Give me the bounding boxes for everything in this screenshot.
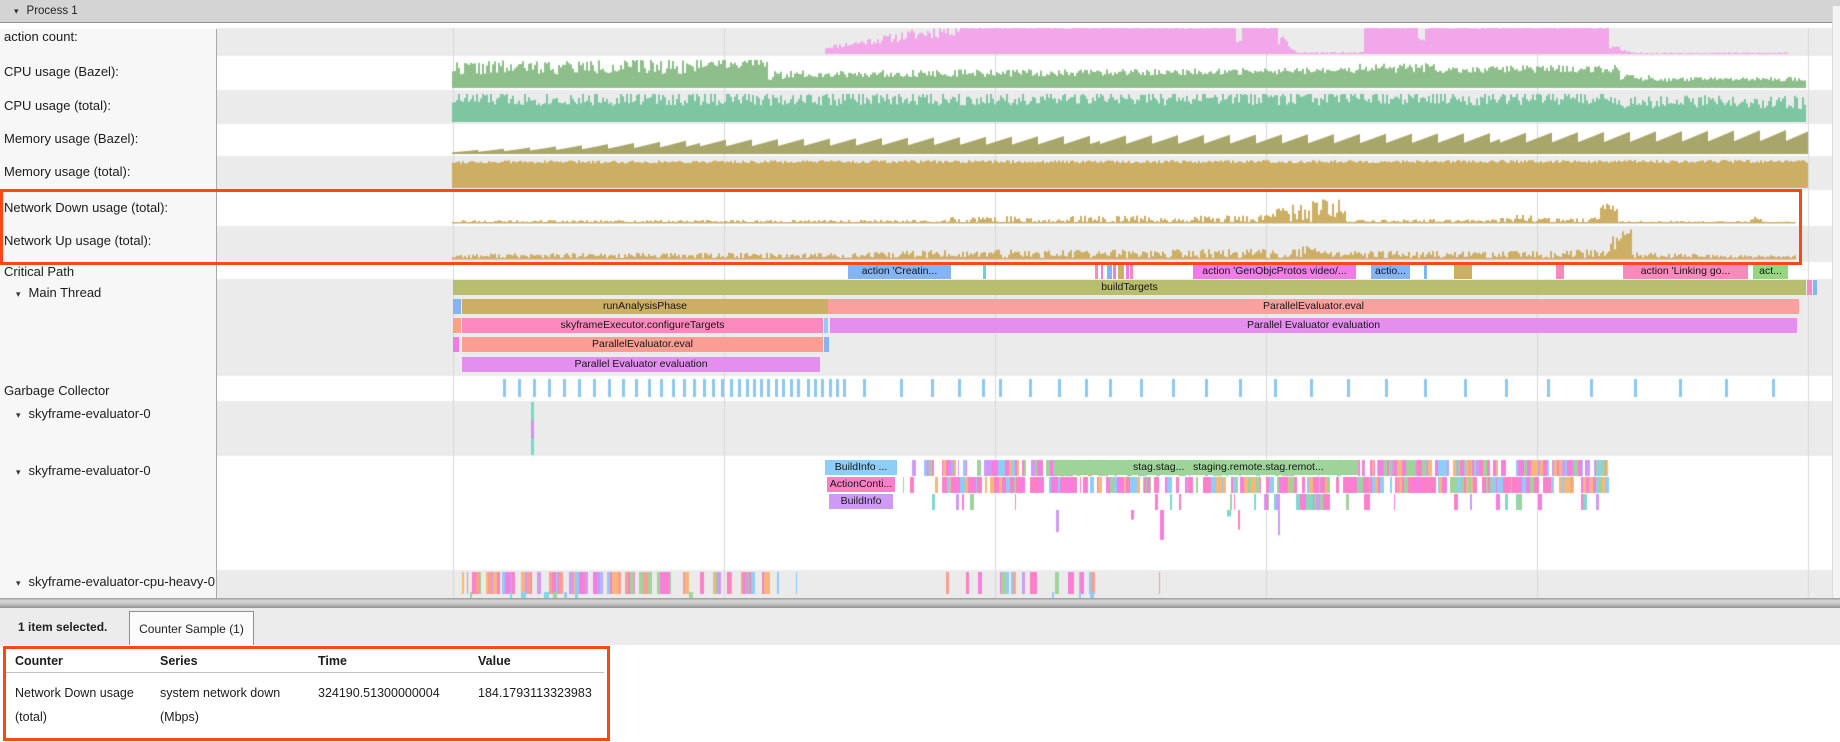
critical-path-span-15[interactable]: act... [1753,264,1788,279]
main-thread-span-0-2[interactable] [1813,280,1817,295]
main-thread-span-1-1[interactable]: runAnalysisPhase [462,299,828,314]
details-panel: 1 item selected. Counter Sample (1) Coun… [0,608,1840,742]
track-label-3: Memory usage (Bazel): [4,131,138,146]
col-header-series: Series [160,649,198,673]
critical-path-span-0[interactable]: action 'Creatin... [848,264,951,279]
track-label-7: Critical Path [4,264,74,279]
main-thread-span-0-0[interactable]: buildTargets [453,280,1806,295]
evaluator-span-3[interactable]: stag.stag... staging.remote.stag.remot... [1053,460,1358,475]
process-title: Process 1 [27,5,78,17]
collapse-arrow-icon: ▾ [14,6,19,17]
critical-path-span-10[interactable]: actio... [1371,264,1410,279]
track-label-text: Network Down usage (total): [4,200,168,215]
critical-path-span-13[interactable] [1556,264,1564,279]
evaluator-span-label: staging.remote.stag.remot... [1193,460,1324,475]
track-label-text: Garbage Collector [4,383,110,398]
track-label-10[interactable]: ▾ skyframe-evaluator-0 [4,406,151,421]
critical-path-span-3[interactable] [1101,264,1103,279]
track-label-text: Memory usage (total): [4,164,130,179]
col-header-time: Time [318,649,347,673]
critical-path-span-7[interactable] [1126,264,1129,279]
expand-arrow-icon[interactable]: ▾ [16,467,21,477]
main-thread-span-3-2[interactable] [824,337,829,352]
table-divider [6,672,604,673]
main-thread-span-3-1[interactable]: ParallelEvaluator.eval [462,337,823,352]
critical-path-span-14[interactable]: action 'Linking go... [1623,264,1748,279]
track-label-12[interactable]: ▾ skyframe-evaluator-cpu-heavy-0 [4,574,215,589]
col-header-value: Value [478,649,511,673]
track-label-text: Critical Path [4,264,74,279]
track-label-2: CPU usage (total): [4,98,111,113]
expand-arrow-icon[interactable]: ▾ [16,289,21,299]
expand-arrow-icon[interactable]: ▾ [16,578,21,588]
expand-arrow-icon[interactable]: ▾ [16,410,21,420]
track-label-text: skyframe-evaluator-0 [29,463,151,478]
main-thread-span-2-1[interactable]: skyframeExecutor.configureTargets [462,318,823,333]
track-label-8[interactable]: ▾ Main Thread [4,285,101,300]
main-thread-span-2-2[interactable] [824,318,828,333]
track-label-4: Memory usage (total): [4,164,130,179]
vertical-scrollbar[interactable] [1832,6,1840,598]
cell-time[interactable]: 324190.51300000004 [318,681,440,705]
track-label-text: skyframe-evaluator-cpu-heavy-0 [29,574,215,589]
panel-splitter[interactable] [0,598,1840,608]
main-thread-span-4-0[interactable]: Parallel Evaluator evaluation [462,357,820,372]
evaluator-span-2[interactable]: BuildInfo [829,494,893,509]
track-label-text: skyframe-evaluator-0 [29,406,151,421]
track-label-text: CPU usage (Bazel): [4,64,119,79]
main-thread-span-1-2[interactable]: ParallelEvaluator.eval [828,299,1799,314]
critical-path-span-11[interactable] [1424,264,1427,279]
track-label-5: Network Down usage (total): [4,200,168,215]
track-label-text: CPU usage (total): [4,98,111,113]
track-label-text: Memory usage (Bazel): [4,131,138,146]
track-label-1: CPU usage (Bazel): [4,64,119,79]
evaluator-span-1[interactable]: ActionConti... [827,477,895,492]
main-thread-span-3-0[interactable] [453,337,459,352]
track-label-text: Main Thread [29,285,102,300]
details-content: Counter Series Time Value Network Down u… [0,645,1840,742]
critical-path-span-6[interactable] [1118,264,1124,279]
track-label-text: action count: [4,29,78,44]
main-thread-span-1-0[interactable] [453,299,461,314]
critical-path-span-5[interactable] [1113,264,1116,279]
critical-path-span-9[interactable]: action 'GenObjcProtos video/... [1193,264,1356,279]
main-thread-span-0-1[interactable] [1807,280,1812,295]
main-thread-span-2-3[interactable]: Parallel Evaluator evaluation [830,318,1797,333]
selection-status: 1 item selected. [18,620,107,634]
cell-value[interactable]: 184.1793113323983 [478,681,592,705]
track-label-6: Network Up usage (total): [4,233,151,248]
col-header-counter: Counter [15,649,63,673]
critical-path-span-4[interactable] [1107,264,1112,279]
evaluator-span-0[interactable]: BuildInfo ... [825,460,897,475]
cell-series[interactable]: system network down (Mbps) [160,681,310,729]
critical-path-span-12[interactable] [1454,264,1472,279]
cell-counter[interactable]: Network Down usage (total) [15,681,155,729]
process-header[interactable]: ▾ Process 1 [0,0,1840,23]
track-label-0: action count: [4,29,78,44]
evaluator-span-label: stag.stag... [1133,460,1184,475]
details-tab-strip: 1 item selected. Counter Sample (1) [0,608,1840,645]
track-label-text: Network Up usage (total): [4,233,151,248]
critical-path-span-1[interactable] [983,264,986,279]
critical-path-span-2[interactable] [1095,264,1098,279]
main-thread-span-2-0[interactable] [453,318,461,333]
trace-viewer: ▾ Process 1 1 item selected. Counter Sam… [0,0,1840,742]
track-label-9: Garbage Collector [4,383,110,398]
track-label-11[interactable]: ▾ skyframe-evaluator-0 [4,463,151,478]
track-sidebar [0,29,217,598]
tab-counter-sample[interactable]: Counter Sample (1) [129,611,254,645]
critical-path-span-8[interactable] [1130,264,1133,279]
